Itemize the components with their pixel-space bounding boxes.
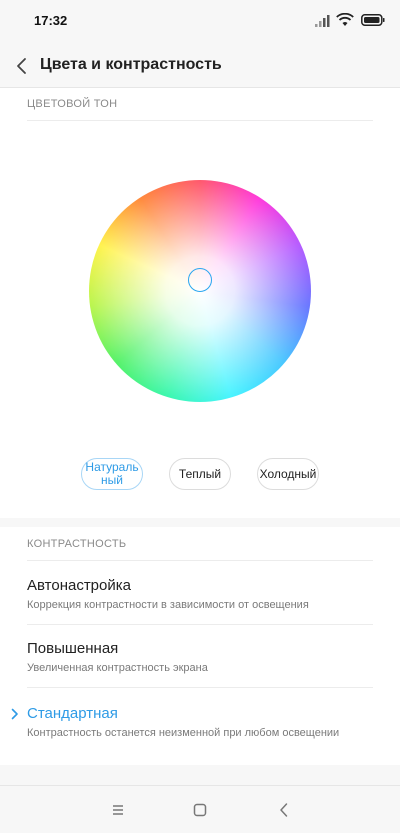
status-time: 17:32 xyxy=(34,13,68,28)
contrast-option-auto[interactable]: Автонастройка Коррекция контрастности в … xyxy=(27,577,373,612)
option-divider xyxy=(27,624,373,625)
menu-icon[interactable] xyxy=(108,800,128,820)
color-wheel[interactable] xyxy=(89,180,311,402)
option-title: Повышенная xyxy=(27,640,119,657)
battery-icon xyxy=(361,14,385,26)
option-title: Автонастройка xyxy=(27,577,131,594)
option-subtitle: Контрастность останется неизменной при л… xyxy=(27,727,340,739)
contrast-option-high[interactable]: Повышенная Увеличенная контрастность экр… xyxy=(27,640,373,675)
back-icon[interactable] xyxy=(274,800,294,820)
chevron-right-icon xyxy=(11,708,18,720)
option-divider xyxy=(27,687,373,688)
chevron-left-icon[interactable] xyxy=(12,54,32,78)
mode-natural-label: Натураль ный xyxy=(85,460,139,487)
mode-natural-button[interactable]: Натураль ный xyxy=(81,458,143,490)
home-icon[interactable] xyxy=(190,800,210,820)
contrast-section-label: КОНТРАСТНОСТЬ xyxy=(27,538,127,550)
app-header: Цвета и контрастность xyxy=(0,44,400,88)
mode-warm-label: Теплый xyxy=(178,466,222,481)
status-bar: 17:32 xyxy=(0,0,400,44)
section-divider xyxy=(27,120,373,121)
mode-cold-label: Холодный xyxy=(259,466,317,481)
wifi-icon xyxy=(336,13,354,26)
navigation-bar xyxy=(0,785,400,833)
mode-warm-button[interactable]: Теплый xyxy=(169,458,231,490)
section-divider xyxy=(27,560,373,561)
option-subtitle: Увеличенная контрастность экрана xyxy=(27,662,208,674)
color-tone-section: ЦВЕТОВОЙ ТОН Натураль ный Теплый Холодны… xyxy=(0,88,400,518)
option-subtitle: Коррекция контрастности в зависимости от… xyxy=(27,599,309,611)
mode-cold-button[interactable]: Холодный xyxy=(257,458,319,490)
signal-icon xyxy=(315,15,330,27)
color-tone-section-label: ЦВЕТОВОЙ ТОН xyxy=(27,98,118,110)
option-title: Стандартная xyxy=(27,705,118,722)
color-wheel-cursor[interactable] xyxy=(188,268,212,292)
contrast-option-standard[interactable]: Стандартная Контрастность останется неиз… xyxy=(11,705,373,740)
page-title: Цвета и контрастность xyxy=(40,56,222,73)
contrast-section: КОНТРАСТНОСТЬ Автонастройка Коррекция ко… xyxy=(0,527,400,765)
